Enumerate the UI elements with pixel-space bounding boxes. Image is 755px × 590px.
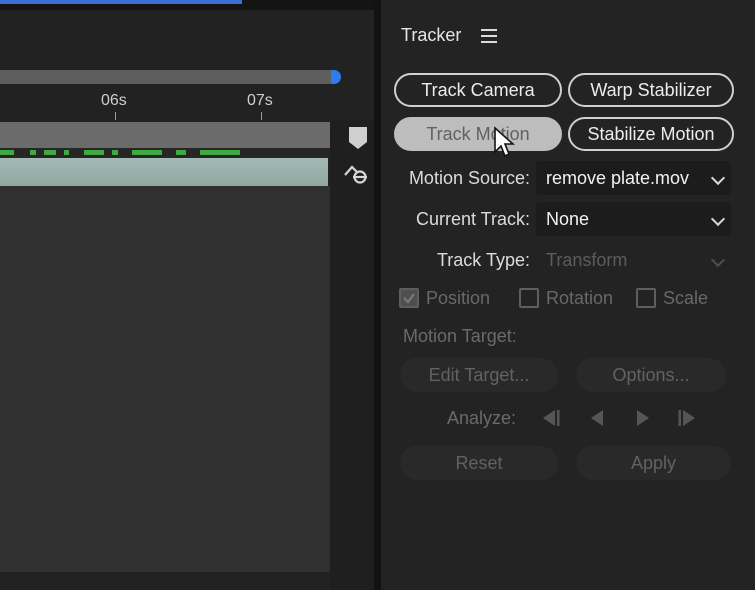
- motion-source-label: Motion Source:: [408, 168, 530, 188]
- tick-mark: [261, 112, 262, 120]
- analyze-backward-one-frame-icon[interactable]: [537, 408, 561, 428]
- rotation-label: Rotation: [546, 288, 614, 308]
- cache-segment: [64, 150, 69, 155]
- active-panel-highlight: [0, 0, 242, 4]
- cache-segment: [132, 150, 162, 155]
- time-ruler[interactable]: 06s 07s: [0, 86, 340, 120]
- analyze-forward-icon[interactable]: [631, 408, 655, 428]
- chevron-down-icon: [710, 211, 726, 227]
- track-motion-button[interactable]: Track Motion: [394, 117, 562, 151]
- scale-checkbox[interactable]: [636, 288, 656, 308]
- current-track-value: None: [546, 209, 590, 229]
- analyze-forward-one-frame-icon[interactable]: [677, 408, 701, 428]
- parent-link-icon[interactable]: [343, 162, 369, 186]
- reset-button[interactable]: Reset: [400, 446, 558, 480]
- scale-label: Scale: [663, 288, 709, 308]
- motion-target-label: Motion Target:: [403, 326, 517, 346]
- track-type-value: Transform: [546, 250, 628, 270]
- hamburger-menu-icon[interactable]: [481, 29, 497, 43]
- cache-segment: [84, 150, 104, 155]
- cache-segment: [44, 150, 56, 155]
- cache-segment: [0, 150, 14, 155]
- motion-source-dropdown[interactable]: remove plate.mov: [536, 161, 731, 195]
- analyze-label: Analyze:: [446, 408, 516, 428]
- layer-duration-bar[interactable]: [0, 122, 333, 148]
- panel-top-strip: [0, 0, 374, 10]
- comp-marker-icon[interactable]: [348, 126, 368, 150]
- warp-stabilizer-button[interactable]: Warp Stabilizer: [568, 73, 734, 107]
- chevron-down-icon: [710, 170, 726, 186]
- position-checkbox[interactable]: [399, 288, 419, 308]
- work-area-end-handle[interactable]: [331, 70, 341, 84]
- tick-label: 07s: [247, 92, 273, 109]
- cache-segment: [30, 150, 36, 155]
- tracker-panel: Tracker Track Camera Warp Stabilizer Tra…: [381, 0, 755, 590]
- cache-segment: [176, 150, 186, 155]
- track-type-dropdown[interactable]: Transform: [536, 243, 731, 277]
- rotation-checkbox[interactable]: [519, 288, 539, 308]
- timeline-panel: 06s 07s: [0, 0, 374, 590]
- cache-segment: [112, 150, 118, 155]
- tick-label: 06s: [101, 92, 127, 109]
- tick-mark: [115, 112, 116, 120]
- current-track-label: Current Track:: [415, 209, 530, 229]
- mouse-cursor-icon: [494, 126, 515, 158]
- chevron-down-icon: [710, 252, 726, 268]
- checkmark-icon: [403, 293, 415, 304]
- track-camera-button[interactable]: Track Camera: [394, 73, 562, 107]
- cached-frames-indicator: [0, 148, 330, 158]
- work-area-bar[interactable]: [0, 70, 333, 84]
- motion-source-value: remove plate.mov: [546, 168, 690, 188]
- edit-target-button[interactable]: Edit Target...: [400, 358, 558, 392]
- options-button[interactable]: Options...: [576, 358, 726, 392]
- cache-segment: [200, 150, 240, 155]
- track-type-label: Track Type:: [436, 250, 530, 270]
- panel-title: Tracker: [401, 25, 462, 45]
- current-track-dropdown[interactable]: None: [536, 202, 731, 236]
- layer-clip[interactable]: [0, 158, 328, 186]
- timeline-empty-area: [0, 186, 330, 572]
- position-label: Position: [426, 288, 491, 308]
- timeline-right-gutter: [330, 120, 374, 590]
- panel-divider[interactable]: [374, 0, 381, 590]
- apply-button[interactable]: Apply: [576, 446, 731, 480]
- stabilize-motion-button[interactable]: Stabilize Motion: [568, 117, 734, 151]
- analyze-backward-icon[interactable]: [585, 408, 609, 428]
